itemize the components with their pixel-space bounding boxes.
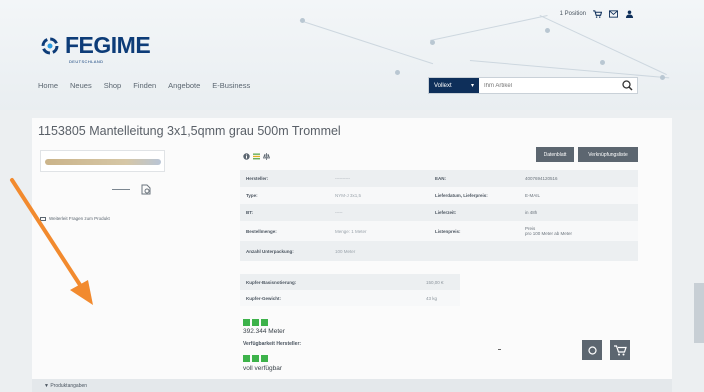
- annotation-arrow: [10, 178, 93, 305]
